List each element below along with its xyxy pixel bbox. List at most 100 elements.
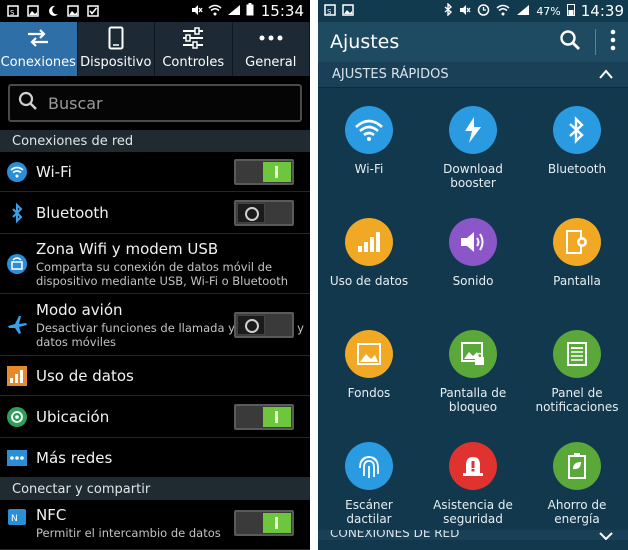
tile-label: Fondos xyxy=(347,386,391,400)
nfc-toggle[interactable] xyxy=(234,510,294,536)
settings-tabs: Conexiones Dispositivo Controles General xyxy=(0,22,310,76)
display-icon xyxy=(553,218,601,266)
location-icon xyxy=(6,406,28,428)
status-bar: S 15:34 xyxy=(0,0,310,22)
sound-icon xyxy=(449,218,497,266)
bluetooth-icon xyxy=(553,106,601,154)
tile-notification-panel[interactable]: Panel de notificaciones xyxy=(525,330,628,414)
search-button[interactable] xyxy=(559,29,581,56)
quick-settings-header[interactable]: AJUSTES RÁPIDOS xyxy=(318,62,628,88)
battery-icon xyxy=(566,3,575,19)
tile-label: Bluetooth xyxy=(547,162,607,176)
chevron-up-icon xyxy=(598,68,614,84)
tab-controles[interactable]: Controles xyxy=(155,22,233,76)
tile-sound[interactable]: Sonido xyxy=(421,218,525,288)
wifi-toggle[interactable] xyxy=(234,158,294,185)
tab-conexiones[interactable]: Conexiones xyxy=(0,22,78,76)
tile-bluetooth[interactable]: Bluetooth xyxy=(525,106,628,176)
image-icon xyxy=(66,5,80,17)
tile-display[interactable]: Pantalla xyxy=(525,218,628,288)
chevron-down-icon xyxy=(598,530,614,540)
tile-label: Sonido xyxy=(452,274,494,288)
wallpaper-icon xyxy=(345,330,393,378)
tile-wallpaper[interactable]: Fondos xyxy=(318,330,421,400)
setting-row-hotspot[interactable]: Zona Wifi y modem USB Comparta su conexi… xyxy=(0,234,310,294)
wifi-icon xyxy=(496,4,510,19)
search-icon xyxy=(560,29,580,50)
bluetooth-icon xyxy=(443,2,453,19)
setting-row-wifi[interactable]: Wi-Fi xyxy=(0,152,310,192)
setting-subtitle: Comparta su conexión de datos móvil de d… xyxy=(36,259,289,288)
wifi-icon xyxy=(208,4,222,19)
sliders-icon xyxy=(181,25,205,51)
status-bar: S 47% 14:39 xyxy=(318,0,628,22)
mute-icon xyxy=(459,4,471,19)
tile-wifi[interactable]: Wi-Fi xyxy=(318,106,421,176)
tile-safety-assistance[interactable]: Asistencia de seguridad xyxy=(421,442,525,526)
tile-download-booster[interactable]: Download booster xyxy=(421,106,525,190)
safety-assistance-icon xyxy=(449,442,497,490)
tile-label: Pantalla de bloqueo xyxy=(439,386,507,414)
tile-power-saving[interactable]: Ahorro de energía xyxy=(525,442,628,526)
tab-label: General xyxy=(245,55,297,70)
search-input[interactable] xyxy=(48,93,278,113)
download-booster-icon xyxy=(449,106,497,154)
tab-dispositivo[interactable]: Dispositivo xyxy=(78,22,155,76)
setting-title: Bluetooth xyxy=(36,203,109,222)
right-settings-screen: S 47% 14:39 Ajustes AJUSTES RÁPIDOS Wi-F… xyxy=(318,0,628,550)
tile-label: Download booster xyxy=(443,162,503,190)
airplane-icon xyxy=(6,314,28,336)
setting-row-data-usage[interactable]: Uso de datos xyxy=(0,356,310,396)
setting-title: Wi-Fi xyxy=(36,162,72,181)
divider xyxy=(595,29,596,55)
setting-row-airplane[interactable]: Modo avión Desactivar funciones de llama… xyxy=(0,294,310,356)
notification-panel-icon xyxy=(553,330,601,378)
overflow-menu-icon xyxy=(610,29,616,50)
battery-icon xyxy=(246,3,254,19)
more-networks-icon xyxy=(6,447,28,469)
quick-settings-grid: Wi-Fi Download booster Bluetooth Uso de … xyxy=(318,88,628,540)
tab-label: Dispositivo xyxy=(80,55,152,70)
tab-label: Conexiones xyxy=(0,55,76,70)
alarm-icon xyxy=(477,3,490,19)
tile-data-usage[interactable]: Uso de datos xyxy=(318,218,421,288)
bluetooth-toggle[interactable] xyxy=(234,199,294,226)
mute-icon xyxy=(191,4,203,19)
tile-label: Pantalla xyxy=(553,274,601,288)
status-time: 15:34 xyxy=(260,2,304,20)
tile-fingerprint[interactable]: Escáner dactilar xyxy=(318,442,421,526)
sim-icon: S xyxy=(6,5,20,17)
fingerprint-icon xyxy=(345,442,393,490)
tile-label: Ahorro de energía xyxy=(547,498,607,526)
tile-label: Wi-Fi xyxy=(354,162,384,176)
network-connections-header[interactable]: CONEXIONES DE RED xyxy=(318,530,628,540)
setting-row-location[interactable]: Ubicación xyxy=(0,396,310,438)
setting-subtitle: Permitir el intercambio de datos xyxy=(36,526,221,540)
setting-row-nfc[interactable]: N NFC Permitir el intercambio de datos xyxy=(0,500,310,550)
hotspot-icon xyxy=(6,253,28,275)
setting-title: NFC xyxy=(36,506,67,524)
battery-percent: 47% xyxy=(536,4,561,18)
more-options-button[interactable] xyxy=(610,29,616,56)
setting-row-more-networks[interactable]: Más redes xyxy=(0,438,310,478)
image-icon xyxy=(26,5,40,17)
location-toggle[interactable] xyxy=(234,403,294,430)
search-icon xyxy=(18,91,48,115)
data-usage-icon xyxy=(345,218,393,266)
data-usage-icon xyxy=(6,365,28,387)
checkbox-icon xyxy=(86,5,100,17)
tile-label: Asistencia de seguridad xyxy=(433,498,513,526)
phone-device-icon xyxy=(108,25,124,51)
svg-text:S: S xyxy=(327,8,332,16)
moon-icon xyxy=(46,5,60,17)
tile-lock-screen[interactable]: Pantalla de bloqueo xyxy=(421,330,525,414)
wifi-icon xyxy=(345,106,393,154)
sim-icon: S xyxy=(324,3,336,19)
section-header-network: CONEXIONES DE RED xyxy=(330,530,460,540)
airplane-toggle[interactable] xyxy=(234,311,294,338)
search-box[interactable] xyxy=(8,84,302,122)
setting-row-bluetooth[interactable]: Bluetooth xyxy=(0,192,310,234)
tab-general[interactable]: General xyxy=(233,22,310,76)
section-header-network: Conexiones de red xyxy=(0,130,310,152)
tile-label: Escáner dactilar xyxy=(345,498,393,526)
